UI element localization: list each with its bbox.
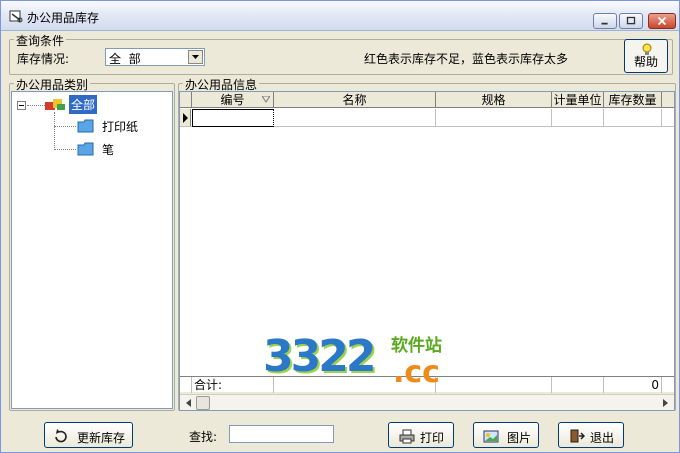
main-window: 办公用品库存 查询条件 库存情况: 全 部 红色表示库存不足，蓝色表示库存太多 … (0, 0, 680, 453)
exit-door-icon (570, 429, 585, 443)
total-label: 合计: (192, 377, 274, 393)
picture-label: 图片 (507, 431, 532, 445)
watermark-site-name: 软件站 (391, 336, 442, 356)
app-icon (9, 10, 23, 23)
column-header-unit[interactable]: 计量单位 (552, 92, 604, 108)
tree-collapse-toggle[interactable] (17, 101, 26, 110)
print-label: 打印 (420, 431, 445, 445)
dropdown-arrow-button[interactable] (188, 50, 203, 64)
exit-label: 退出 (590, 431, 615, 445)
column-header-name[interactable]: 名称 (274, 92, 436, 108)
window-title: 办公用品库存 (27, 11, 100, 25)
sort-icon (262, 96, 270, 103)
column-header-stock[interactable]: 库存数量 (604, 92, 662, 108)
refresh-stock-button[interactable]: 更新库存 (44, 422, 133, 448)
maximize-icon (626, 16, 636, 25)
stock-status-label: 库存情况: (17, 52, 70, 66)
tree-item-printer-paper[interactable]: 打印纸 (102, 118, 138, 135)
column-header-spec[interactable]: 规格 (436, 92, 552, 108)
site-watermark: 3322 软件站 .cc (263, 331, 463, 395)
image-icon (483, 430, 499, 443)
folder-icon (77, 142, 94, 156)
title-bar[interactable]: 办公用品库存 (1, 1, 679, 31)
minimize-button[interactable] (593, 13, 617, 29)
chevron-down-icon (192, 55, 199, 59)
query-group-title: 查询条件 (14, 32, 67, 49)
tree-item-all[interactable]: 全部 (69, 95, 98, 114)
grid-header: 编号 名称 规格 计量单位 库存数量 (180, 92, 674, 108)
minimize-icon (601, 22, 608, 25)
category-tree[interactable]: 全部 打印纸 笔 (11, 91, 173, 409)
watermark-domain: .cc (393, 355, 440, 390)
scroll-left-icon[interactable] (182, 396, 196, 410)
picture-button[interactable]: 图片 (473, 422, 539, 448)
color-legend-text: 红色表示库存不足，蓝色表示库存太多 (364, 52, 569, 66)
stock-status-select[interactable]: 全 部 (105, 48, 205, 66)
horizontal-scrollbar[interactable] (180, 394, 674, 410)
printer-icon (399, 429, 415, 444)
search-label: 查找: (189, 430, 218, 444)
scroll-right-icon[interactable] (658, 396, 672, 410)
stock-status-value: 全 部 (109, 52, 141, 66)
search-input[interactable] (229, 425, 334, 443)
close-icon (657, 16, 667, 26)
office-supplies-icon (45, 99, 65, 110)
help-button-label: 帮助 (633, 55, 658, 69)
close-button[interactable] (648, 13, 676, 29)
refresh-stock-label: 更新库存 (77, 431, 126, 445)
scrollbar-thumb[interactable] (196, 396, 210, 410)
watermark-digits: 3322 (263, 331, 376, 382)
exit-button[interactable]: 退出 (558, 422, 624, 448)
total-stock-value: 0 (604, 377, 662, 393)
print-button[interactable]: 打印 (388, 422, 454, 448)
table-row[interactable] (180, 109, 674, 127)
refresh-icon (55, 429, 67, 443)
tree-item-pen[interactable]: 笔 (102, 141, 114, 158)
folder-icon (77, 119, 94, 133)
maximize-button[interactable] (619, 13, 643, 29)
help-button[interactable]: 帮助 (624, 39, 668, 73)
column-header-code[interactable]: 编号 (192, 92, 274, 108)
